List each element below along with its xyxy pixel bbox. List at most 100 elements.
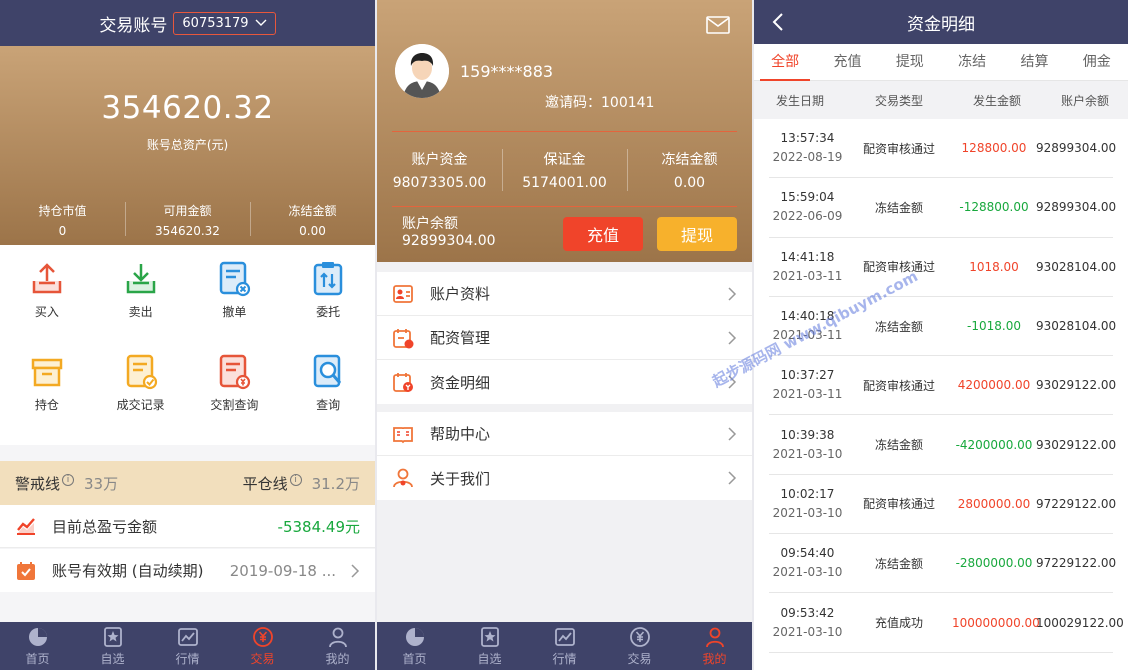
query-icon bbox=[313, 354, 342, 388]
invite-code-value: 100141 bbox=[601, 95, 655, 111]
deposit-button[interactable]: 充值 bbox=[563, 217, 643, 251]
date-text: 2021-03-10 bbox=[772, 565, 843, 580]
menu-item-account-profile[interactable]: 账户资料 bbox=[377, 272, 752, 316]
expiry-value: 2019-09-18 ... bbox=[229, 561, 336, 580]
balance-cell: 97229122.00 bbox=[1036, 556, 1117, 571]
tab-all[interactable]: 全部 bbox=[754, 44, 816, 81]
grid-label: 持仓 bbox=[34, 398, 59, 412]
table-row: 10:02:17 2021-03-10 配资审核通过 2800000.00 972291… bbox=[769, 475, 1116, 535]
tab-market[interactable]: 行情 bbox=[150, 622, 225, 670]
date-cell: 09:53:42 2021-03-10 bbox=[769, 604, 846, 642]
account-selector[interactable]: 60753179 bbox=[173, 11, 276, 35]
account-expiry-row[interactable]: 账号有效期 (自动续期) 2019-09-18 ... bbox=[0, 549, 375, 592]
account-menu: 账户资料 配资管理 资金明细 bbox=[377, 272, 752, 404]
stat-label: 冻结金额 bbox=[288, 204, 337, 218]
tab-frozen[interactable]: 冻结 bbox=[941, 44, 1003, 80]
tab-mine[interactable]: 我的 bbox=[677, 622, 752, 670]
menu-item-margin-management[interactable]: 配资管理 bbox=[377, 316, 752, 360]
date-cell: 15:59:04 2022-06-09 bbox=[769, 188, 846, 226]
tab-withdraw[interactable]: 提现 bbox=[879, 44, 941, 80]
withdraw-button[interactable]: 提现 bbox=[657, 217, 737, 251]
menu-item-help-center[interactable]: 帮助中心 bbox=[377, 412, 752, 456]
liquidation-line: 平仓线 i 31.2万 bbox=[243, 473, 360, 494]
grid-item-buy[interactable]: 买入 bbox=[0, 259, 94, 352]
user-icon bbox=[328, 627, 347, 647]
assets-summary: 354620.32 账号总资产(元) 持仓市值 0 可用金额 354620.32 冻… bbox=[0, 46, 375, 245]
table-header: 发生日期 交易类型 发生金额 账户余额 bbox=[754, 81, 1128, 119]
balance-cell: 93029122.00 bbox=[1036, 437, 1117, 452]
time-text: 09:54:40 bbox=[780, 546, 835, 561]
stat-label: 账户资金 bbox=[411, 152, 468, 168]
tab-trade[interactable]: 交易 bbox=[225, 622, 300, 670]
date-text: 2021-03-11 bbox=[772, 387, 843, 402]
time-text: 10:02:17 bbox=[780, 486, 835, 501]
fund-detail-icon bbox=[393, 373, 413, 392]
tab-watchlist[interactable]: 自选 bbox=[75, 622, 150, 670]
type-cell: 配资审核通过 bbox=[862, 497, 935, 512]
tab-trade[interactable]: 交易 bbox=[602, 622, 677, 670]
deal-record-icon bbox=[126, 354, 157, 390]
chevron-right-icon bbox=[728, 330, 737, 345]
menu-item-about-us[interactable]: 关于我们 bbox=[377, 456, 752, 500]
info-icon[interactable]: i bbox=[289, 473, 302, 486]
tab-settlement[interactable]: 结算 bbox=[1003, 44, 1065, 80]
trend-chart-icon bbox=[17, 518, 35, 535]
amount-cell: -4200000.00 bbox=[955, 437, 1033, 452]
tab-mine[interactable]: 我的 bbox=[300, 622, 375, 670]
table-row: 14:40:18 2021-03-11 冻结金额 -1018.00 93028104.0… bbox=[769, 297, 1116, 357]
mail-icon[interactable] bbox=[706, 16, 730, 34]
grid-item-query[interactable]: 查询 bbox=[281, 352, 375, 445]
grid-label: 成交记录 bbox=[116, 398, 165, 412]
date-cell: 10:39:38 2021-03-10 bbox=[769, 426, 846, 464]
date-cell: 14:40:18 2021-03-11 bbox=[769, 307, 846, 345]
divider bbox=[392, 131, 737, 132]
table-row: 15:59:04 2022-06-09 冻结金额 -128800.00 92899304… bbox=[769, 178, 1117, 238]
stat-value: 98073305.00 bbox=[392, 175, 487, 191]
chevron-right-icon bbox=[728, 286, 737, 301]
menu-item-fund-detail[interactable]: 资金明细 bbox=[377, 360, 752, 404]
date-text: 2021-03-10 bbox=[772, 446, 843, 461]
trade-header: 交易账号 60753179 bbox=[0, 0, 375, 46]
grid-item-entrust[interactable]: 委托 bbox=[281, 259, 375, 352]
trade-screen: 交易账号 60753179 354620.32 账号总资产(元) 持仓市值 0 可… bbox=[0, 0, 375, 670]
grid-item-cancel-order[interactable]: 撤单 bbox=[188, 259, 282, 352]
grid-item-sell[interactable]: 卖出 bbox=[94, 259, 188, 352]
stat-value: 0.00 bbox=[299, 224, 326, 238]
back-arrow-icon[interactable] bbox=[772, 13, 784, 31]
grid-item-position[interactable]: 持仓 bbox=[0, 352, 94, 445]
stat-label: 可用金额 bbox=[163, 204, 212, 218]
type-cell: 充值成功 bbox=[874, 616, 923, 631]
column-header: 发生日期 bbox=[775, 93, 824, 108]
amount-cell: -128800.00 bbox=[959, 200, 1029, 215]
table-row: 10:39:38 2021-03-10 冻结金额 -4200000.00 9302912… bbox=[769, 415, 1117, 475]
balance-cell: 92899304.00 bbox=[1036, 200, 1117, 215]
info-icon[interactable]: i bbox=[62, 473, 75, 486]
menu-label: 帮助中心 bbox=[430, 425, 491, 443]
grid-item-deal-record[interactable]: 成交记录 bbox=[94, 352, 188, 445]
table-row: 10:37:27 2021-03-11 配资审核通过 4200000.00 930291… bbox=[769, 356, 1116, 416]
frozen-amount-stat: 冻结金额 0.00 bbox=[250, 202, 375, 238]
tab-commission[interactable]: 佣金 bbox=[1066, 44, 1128, 80]
pie-chart-icon bbox=[405, 627, 424, 646]
tab-home[interactable]: 首页 bbox=[377, 622, 452, 670]
column-header: 账户余额 bbox=[1060, 93, 1109, 108]
tab-home[interactable]: 首页 bbox=[0, 622, 75, 670]
avatar[interactable] bbox=[395, 44, 449, 98]
tab-label: 我的 bbox=[702, 651, 727, 666]
tab-deposit[interactable]: 充值 bbox=[816, 44, 878, 80]
time-text: 10:39:38 bbox=[780, 427, 835, 442]
amount-cell: 2800000.00 bbox=[957, 496, 1031, 511]
menu-label: 配资管理 bbox=[430, 329, 491, 347]
table-row: 14:41:18 2021-03-11 配资审核通过 1018.00 93028104.… bbox=[769, 238, 1116, 297]
entrust-icon bbox=[313, 262, 343, 296]
grid-item-settlement-query[interactable]: 交割查询 bbox=[188, 352, 282, 445]
support-menu: 帮助中心 关于我们 bbox=[377, 412, 752, 500]
date-cell: 14:41:18 2021-03-11 bbox=[769, 248, 846, 286]
tab-watchlist[interactable]: 自选 bbox=[452, 622, 527, 670]
about-us-icon bbox=[393, 468, 413, 488]
invite-code: 邀请码：100141 bbox=[545, 92, 654, 112]
tab-label: 交易 bbox=[627, 651, 652, 666]
user-icon bbox=[705, 627, 724, 647]
tab-label: 行情 bbox=[552, 651, 577, 666]
tab-market[interactable]: 行情 bbox=[527, 622, 602, 670]
